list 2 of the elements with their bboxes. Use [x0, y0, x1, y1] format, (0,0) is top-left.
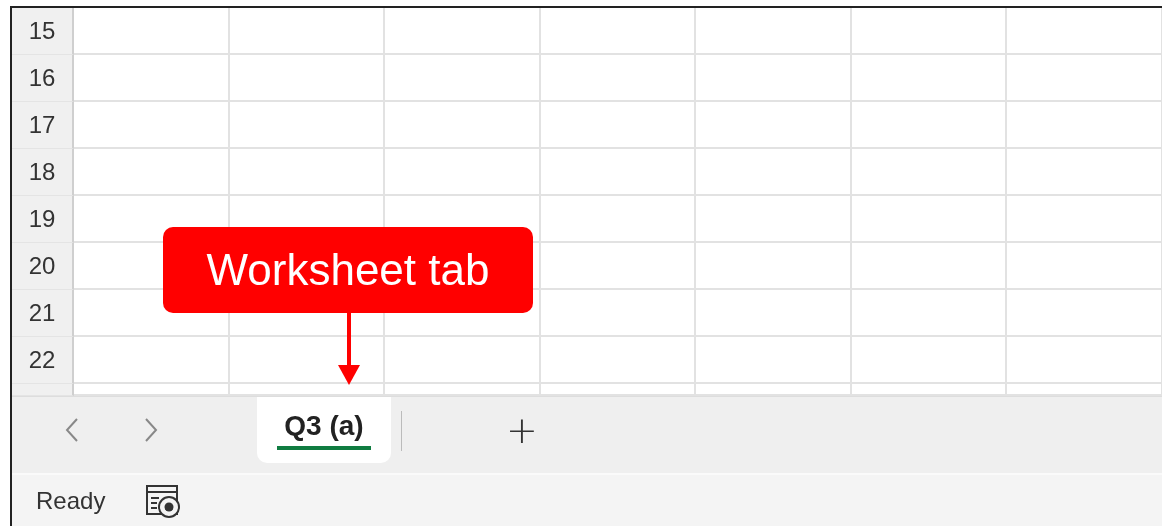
- callout-tooltip: Worksheet tab: [163, 227, 533, 313]
- status-text: Ready: [36, 486, 106, 515]
